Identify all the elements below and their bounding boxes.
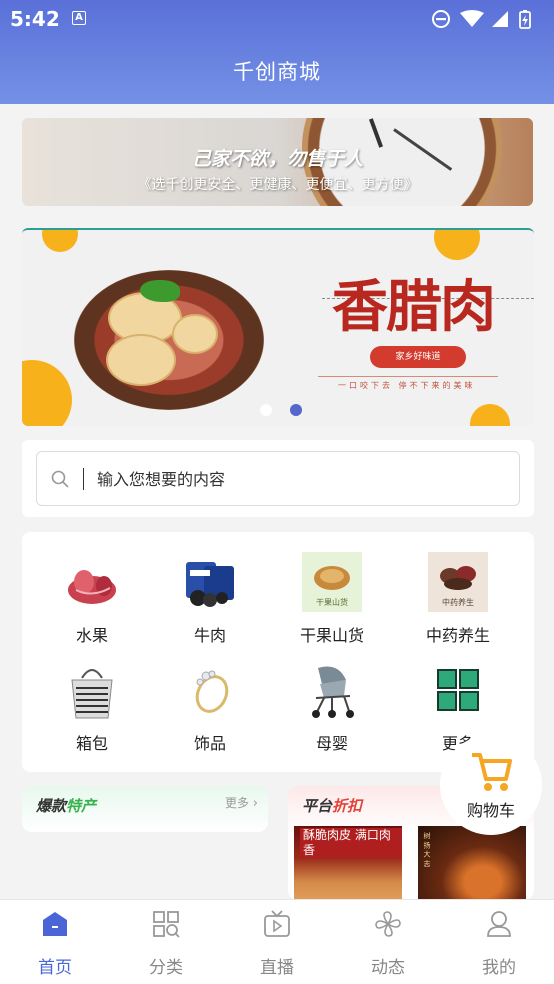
category-herbal[interactable]: 中药养生 中药养生 — [394, 534, 522, 645]
product-image-text: 酥脆肉皮 满口肉香 — [300, 828, 402, 858]
meat-slice — [172, 314, 218, 354]
nav-label: 直播 — [260, 958, 294, 978]
banner-subtitle: 《选千创更安全、更健康、更便宜、更方便》 — [137, 177, 418, 193]
nav-home[interactable]: 首页 — [0, 900, 110, 984]
category-dried-fruit[interactable]: 干果山货 干果山货 — [268, 534, 396, 645]
carousel-dot[interactable] — [260, 404, 272, 416]
search-input[interactable] — [97, 462, 497, 496]
nav-label: 我的 — [482, 958, 516, 978]
status-time: 5:42 — [10, 7, 60, 31]
category-jewelry[interactable]: 饰品 — [146, 642, 274, 753]
bottom-nav: 首页 分类 直播 动态 我的 — [0, 899, 554, 984]
slogan-banner[interactable]: 己家不欲，勿售于人 《选千创更安全、更健康、更便宜、更方便》 — [22, 118, 533, 206]
cart-label: 购物车 — [466, 801, 515, 820]
status-indicators-icon — [432, 10, 531, 29]
carousel-dots — [260, 401, 315, 416]
home-icon — [43, 912, 67, 936]
carousel-title: 香腊肉 — [332, 274, 496, 340]
category-grid: 水果 牛肉 干果山货 干果山货 中药养生 中药养生 箱包 饰品 母婴 更多 — [22, 532, 534, 772]
carousel-tagline: 一口咬下去 停不下来的美味 — [338, 381, 476, 390]
hot-more-link[interactable]: 更多 › — [225, 794, 258, 811]
orange-decoration — [42, 230, 78, 252]
discount-title-highlight: 折扣 — [332, 797, 363, 815]
discount-product-image[interactable]: 树 扬 大 志 — [418, 826, 526, 900]
nav-feed[interactable]: 动态 — [333, 900, 443, 984]
page-title: 千创商城 — [233, 60, 321, 84]
category-image-text: 干果山货 — [316, 597, 348, 607]
orange-decoration — [470, 404, 510, 426]
product-image-text: 树 扬 大 志 — [423, 832, 431, 867]
category-label: 母婴 — [315, 734, 348, 753]
baby-stroller-icon — [312, 666, 354, 718]
carousel-dot-active[interactable] — [290, 404, 303, 416]
nav-label: 首页 — [38, 958, 72, 978]
hot-title-highlight: 特产 — [66, 797, 97, 815]
nav-profile[interactable]: 我的 — [444, 900, 554, 984]
bag-icon — [71, 669, 113, 719]
orange-decoration — [22, 360, 72, 426]
category-bags[interactable]: 箱包 — [28, 642, 156, 753]
text-cursor — [83, 468, 84, 490]
search-icon — [51, 470, 69, 488]
category-label: 箱包 — [75, 734, 108, 753]
nav-category[interactable]: 分类 — [111, 900, 221, 984]
discount-title-part: 平台 — [302, 797, 333, 815]
app-header: 5:42 A 千创商城 — [0, 0, 554, 104]
beef-icon — [186, 562, 234, 607]
divider — [318, 376, 498, 377]
carousel-pill: 家乡好味道 — [370, 346, 466, 368]
category-label: 饰品 — [193, 734, 226, 753]
nav-label: 分类 — [149, 958, 183, 978]
nav-label: 动态 — [371, 958, 405, 978]
dried-fruit-icon: 干果山货 — [302, 552, 362, 612]
chevron-right-icon: › — [252, 796, 258, 811]
discount-title: 平台折扣 — [302, 795, 362, 816]
status-bar: 5:42 A — [0, 0, 554, 38]
jewelry-icon — [195, 670, 229, 713]
hot-products-card[interactable]: 爆款特产 更多 › — [22, 786, 268, 832]
hot-products-title: 爆款特产 — [36, 795, 96, 816]
category-image-text: 中药养生 — [442, 597, 474, 607]
fruit-icon — [68, 570, 116, 604]
discount-product-image[interactable]: 酥脆肉皮 满口肉香 — [294, 826, 402, 900]
accessibility-a-icon: A — [72, 11, 86, 25]
promo-carousel[interactable]: 香腊肉 家乡好味道 一口咬下去 停不下来的美味 — [22, 228, 534, 426]
banner-slogan: 己家不欲，勿售于人 — [191, 148, 363, 170]
herbal-icon: 中药养生 — [428, 552, 488, 612]
meat-slice — [106, 334, 176, 386]
category-fruit[interactable]: 水果 — [28, 534, 156, 645]
more-label: 更多 — [224, 796, 249, 810]
leaf-garnish — [140, 280, 180, 302]
user-icon — [487, 911, 511, 937]
category-baby[interactable]: 母婴 — [268, 642, 396, 753]
nav-live[interactable]: 直播 — [222, 900, 332, 984]
cart-button[interactable]: 购物车 — [440, 735, 542, 835]
more-grid-icon — [437, 669, 479, 711]
search-box[interactable] — [36, 451, 520, 506]
cart-icon — [472, 753, 512, 791]
orange-decoration — [434, 230, 480, 260]
category-icon — [153, 911, 180, 938]
category-beef[interactable]: 牛肉 — [146, 534, 274, 645]
hot-title-part: 爆款 — [36, 797, 67, 815]
search-card — [22, 440, 534, 517]
pinwheel-icon — [375, 911, 401, 937]
category-more[interactable]: 更多 — [394, 642, 522, 753]
live-tv-icon — [264, 910, 290, 937]
